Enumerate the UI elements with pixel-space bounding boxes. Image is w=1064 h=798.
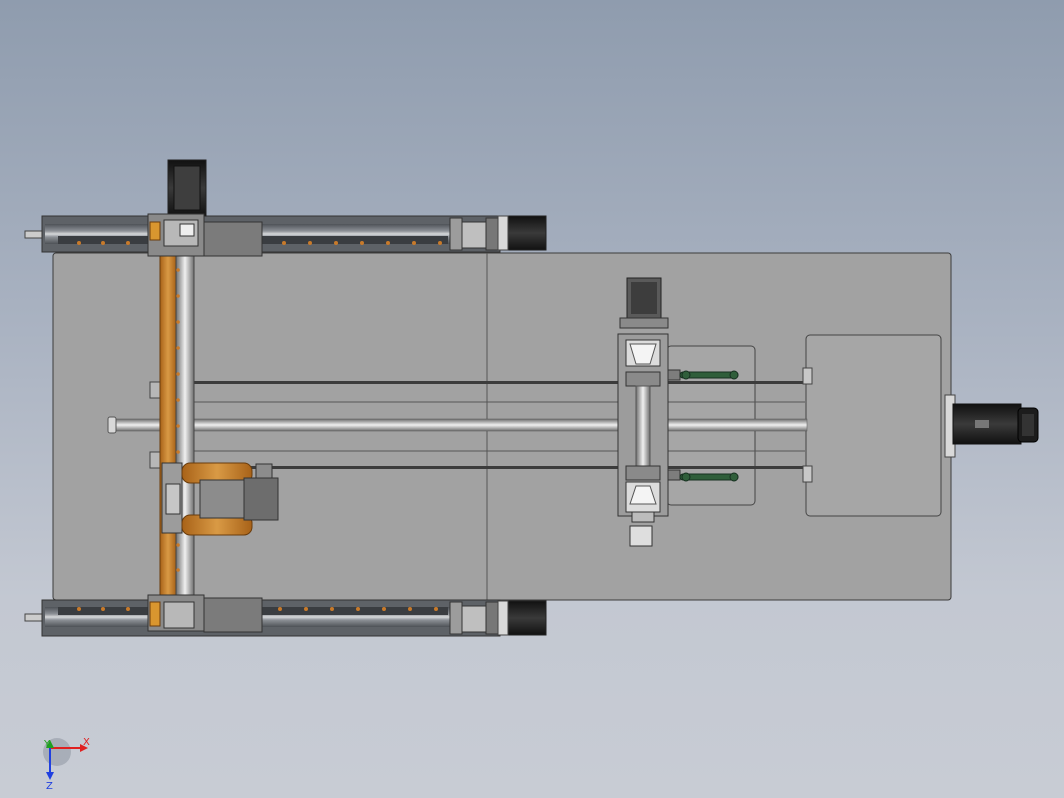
bottom-linear-rail [24, 599, 547, 637]
axis-label-x: X [83, 737, 90, 748]
coordinate-triad-icon: X Y Z [43, 737, 90, 792]
axis-label-z: Z [46, 781, 53, 792]
top-linear-rail [24, 215, 547, 253]
cad-viewport[interactable]: X Y Z [0, 0, 1064, 798]
axis-label-y: Y [43, 739, 51, 750]
servo-motor-right [944, 394, 1039, 458]
spindle-head [617, 277, 669, 547]
